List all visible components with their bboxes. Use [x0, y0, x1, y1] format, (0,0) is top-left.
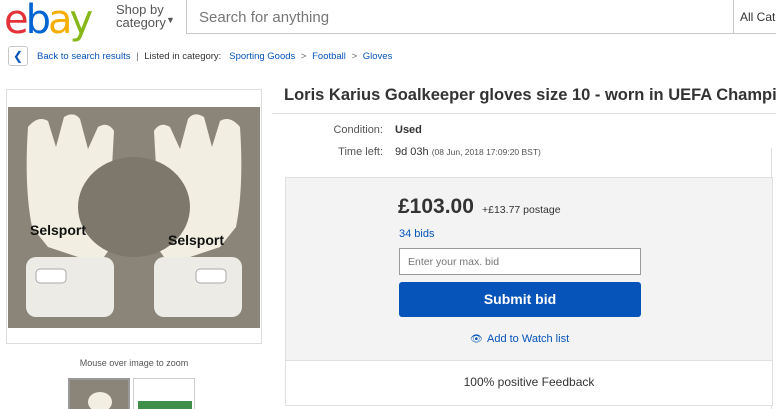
goalkeeper-gloves-image: Selsport Selsport	[8, 107, 260, 328]
shop-by-line2: category	[116, 15, 166, 30]
logo-letter-b: b	[25, 0, 51, 43]
logo-letter-y: y	[69, 0, 94, 43]
thumbnail-gloves-image	[70, 380, 128, 409]
listed-in-category-label: Listed in category:	[144, 51, 222, 62]
back-arrow-icon[interactable]: ❮	[8, 46, 28, 66]
breadcrumb-arrow: >	[351, 51, 358, 62]
submit-bid-button[interactable]: Submit bid	[399, 282, 641, 317]
max-bid-input[interactable]: Enter your max. bid	[399, 248, 641, 275]
breadcrumb-item-football[interactable]: Football	[312, 51, 346, 62]
chevron-down-icon: ▼	[166, 15, 175, 25]
condition-value-text: Used	[395, 124, 422, 136]
search-input[interactable]: Search for anything	[186, 0, 734, 34]
time-left-value: 9d 03h (08 Jun, 2018 17:09:20 BST)	[395, 146, 541, 158]
breadcrumb-item-sporting-goods[interactable]: Sporting Goods	[229, 51, 295, 62]
logo-letter-e: e	[4, 0, 29, 43]
breadcrumb-arrow: >	[300, 51, 307, 62]
current-price: £103.00	[398, 195, 474, 218]
breadcrumb-item-gloves[interactable]: Gloves	[363, 51, 393, 62]
title-divider	[272, 113, 776, 114]
breadcrumb-separator: |	[136, 51, 139, 62]
logo-letter-a: a	[48, 0, 72, 43]
item-title: Loris Karius Goalkeeper gloves size 10 -…	[284, 86, 776, 104]
time-left-duration: 9d 03h	[395, 146, 429, 158]
add-to-watch-list-link[interactable]: 👁 Add to Watch list	[470, 333, 569, 345]
main-image-frame[interactable]: Selsport Selsport	[6, 89, 262, 344]
condition-label: Condition:	[333, 124, 383, 136]
brand-text-right: Selsport	[168, 232, 224, 248]
zoom-hint: Mouse over image to zoom	[79, 358, 189, 368]
product-photo[interactable]: Selsport Selsport	[8, 107, 260, 328]
category-select[interactable]: All Categories	[734, 0, 776, 34]
ebay-logo[interactable]: ebay	[4, 0, 108, 40]
breadcrumb: Back to search results | Listed in categ…	[37, 51, 392, 62]
brand-text-left: Selsport	[30, 222, 86, 238]
thumbnail-2[interactable]	[133, 378, 195, 409]
back-to-search-link[interactable]: Back to search results	[37, 51, 130, 62]
postage-cost: +£13.77 postage	[482, 204, 561, 216]
thumbnail-1[interactable]	[68, 378, 130, 409]
seller-feedback: 100% positive Feedback	[463, 375, 595, 389]
bid-count-link[interactable]: 34 bids	[399, 228, 434, 240]
time-left-detail: (08 Jun, 2018 17:09:20 BST)	[431, 147, 541, 157]
thumbnail-pitch-image	[134, 379, 194, 409]
eye-icon: 👁	[470, 334, 483, 345]
time-left-label: Time left:	[338, 146, 383, 158]
shop-by-category-button[interactable]: Shop by category ▼	[116, 3, 175, 30]
watch-label: Add to Watch list	[487, 333, 570, 345]
condition-value: Used	[395, 124, 422, 136]
